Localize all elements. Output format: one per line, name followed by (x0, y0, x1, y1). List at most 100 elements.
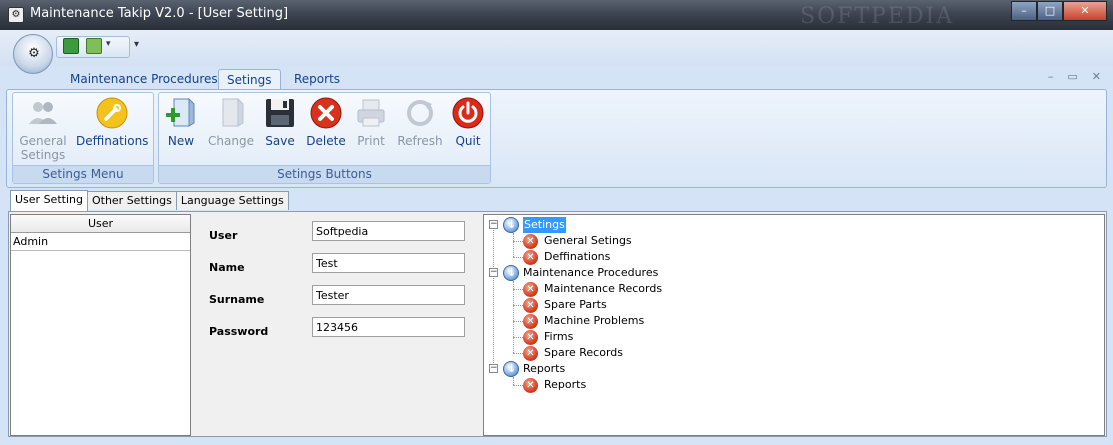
tree-node-reports[interactable]: Reports (503, 361, 565, 377)
mdi-restore-icon[interactable]: ▭ (1067, 70, 1077, 83)
tab-language-settings[interactable]: Language Settings (175, 191, 289, 210)
table-row[interactable]: Admin (11, 233, 190, 251)
application-menu-button[interactable]: ⚙ (13, 34, 53, 74)
button-label: Change (208, 134, 254, 148)
tree-node-maintenance-procedures[interactable]: Maintenance Procedures (503, 265, 658, 281)
deny-icon: ✕ (523, 329, 538, 345)
excel-icon[interactable] (63, 38, 79, 54)
deny-icon: ✕ (523, 249, 538, 265)
customize-qat-icon[interactable]: ▾ (134, 39, 139, 50)
button-label: Save (265, 134, 295, 148)
tab-other-settings[interactable]: Other Settings (86, 191, 177, 210)
new-document-icon (166, 97, 195, 127)
ribbon-tabs: Maintenance Procedures Setings Reports (0, 66, 1113, 91)
button-label: Quit (455, 134, 481, 148)
button-label: New (167, 134, 195, 148)
change-button[interactable]: Change (206, 96, 256, 148)
print-button[interactable]: Print (353, 96, 389, 148)
group-caption: Setings Buttons (159, 165, 490, 183)
tree-node-machine-problems[interactable]: ✕ Machine Problems (523, 313, 644, 329)
download-icon (503, 217, 519, 233)
tree-node-firms[interactable]: ✕ Firms (523, 329, 573, 345)
floppy-icon (266, 99, 294, 127)
maximize-button[interactable]: □ (1037, 1, 1063, 21)
tree-node-label: Machine Problems (544, 314, 645, 327)
new-button[interactable]: New (162, 96, 200, 148)
mdi-minimize-icon[interactable]: – (1048, 70, 1054, 83)
tab-setings[interactable]: Setings (218, 69, 281, 91)
folder-icon[interactable] (86, 38, 102, 54)
save-button[interactable]: Save (262, 96, 298, 148)
deny-icon: ✕ (523, 297, 538, 313)
watermark: SOFTPEDIA (800, 4, 955, 29)
button-label: Delete (306, 134, 346, 148)
permissions-tree[interactable]: − Setings ✕ General Setings ✕ Deffinatio… (483, 214, 1105, 436)
surname-field[interactable] (312, 285, 465, 305)
user-field[interactable] (312, 221, 465, 241)
tree-node-label: Maintenance Records (544, 282, 663, 295)
user-grid[interactable]: User Admin (10, 214, 191, 436)
tree-node-spare-records[interactable]: ✕ Spare Records (523, 345, 623, 361)
tab-maintenance-procedures[interactable]: Maintenance Procedures (62, 69, 226, 91)
tree-node-label: Spare Parts (544, 298, 607, 311)
user-label: User (209, 229, 238, 242)
tree-node-label: Maintenance Procedures (523, 266, 659, 279)
deny-icon: ✕ (523, 377, 538, 393)
button-label: Refresh (397, 134, 443, 148)
tree-node-setings[interactable]: Setings (503, 217, 566, 233)
close-button[interactable]: ✕ (1063, 1, 1107, 21)
chevron-down-icon[interactable]: ▾ (106, 39, 111, 49)
minimize-button[interactable]: – (1011, 1, 1037, 21)
button-label: General Setings (19, 134, 67, 162)
download-icon (503, 361, 519, 377)
tree-node-maintenance-records[interactable]: ✕ Maintenance Records (523, 281, 662, 297)
quit-button[interactable]: Quit (450, 96, 486, 148)
tree-node-label: Deffinations (544, 250, 611, 263)
app-icon[interactable]: ⚙ (8, 7, 24, 23)
refresh-button[interactable]: Refresh (396, 96, 444, 148)
window-title: Maintenance Takip V2.0 - [User Setting] (30, 6, 289, 21)
download-icon (503, 265, 519, 281)
tree-node-label: Reports (523, 362, 566, 375)
password-label: Password (209, 325, 269, 338)
tree-node-reports-child[interactable]: ✕ Reports (523, 377, 586, 393)
refresh-icon (407, 100, 433, 126)
password-field[interactable] (312, 317, 465, 337)
collapse-icon[interactable]: − (489, 220, 498, 229)
general-setings-button[interactable]: General Setings (18, 96, 68, 162)
deny-icon: ✕ (523, 345, 538, 361)
tab-user-setting[interactable]: User Setting (10, 190, 88, 211)
tree-node-deffinations[interactable]: ✕ Deffinations (523, 249, 610, 265)
surname-label: Surname (209, 293, 265, 306)
wrench-icon (96, 97, 128, 129)
edit-document-icon (222, 97, 244, 127)
title-bar: ⚙ Maintenance Takip V2.0 - [User Setting… (0, 0, 1113, 30)
tree-node-label: General Setings (544, 234, 632, 247)
printer-icon (357, 99, 385, 127)
gear-icon: ⚙ (28, 46, 40, 61)
button-label: Deffinations (76, 134, 149, 148)
content-tabs: User Setting Other Settings Language Set… (10, 190, 289, 211)
name-field[interactable] (312, 253, 465, 273)
users-icon (29, 102, 57, 124)
tree-node-label: Spare Records (544, 346, 623, 359)
tree-node-general-setings[interactable]: ✕ General Setings (523, 233, 632, 249)
tree-node-label: Reports (544, 378, 587, 391)
tree-node-label: Firms (544, 330, 574, 343)
tab-reports[interactable]: Reports (286, 69, 348, 91)
mdi-close-icon[interactable]: ✕ (1092, 70, 1101, 83)
name-label: Name (209, 261, 245, 274)
power-icon (452, 97, 484, 129)
deffinations-button[interactable]: Deffinations (76, 96, 148, 148)
delete-button[interactable]: Delete (305, 96, 347, 148)
quick-access-toolbar (0, 30, 1113, 66)
group-caption: Setings Menu (13, 165, 153, 183)
tree-node-spare-parts[interactable]: ✕ Spare Parts (523, 297, 607, 313)
collapse-icon[interactable]: − (489, 268, 498, 277)
collapse-icon[interactable]: − (489, 364, 498, 373)
deny-icon: ✕ (523, 281, 538, 297)
button-label: Print (357, 134, 385, 148)
delete-icon (310, 97, 342, 129)
deny-icon: ✕ (523, 313, 538, 329)
column-header-user[interactable]: User (11, 215, 190, 233)
